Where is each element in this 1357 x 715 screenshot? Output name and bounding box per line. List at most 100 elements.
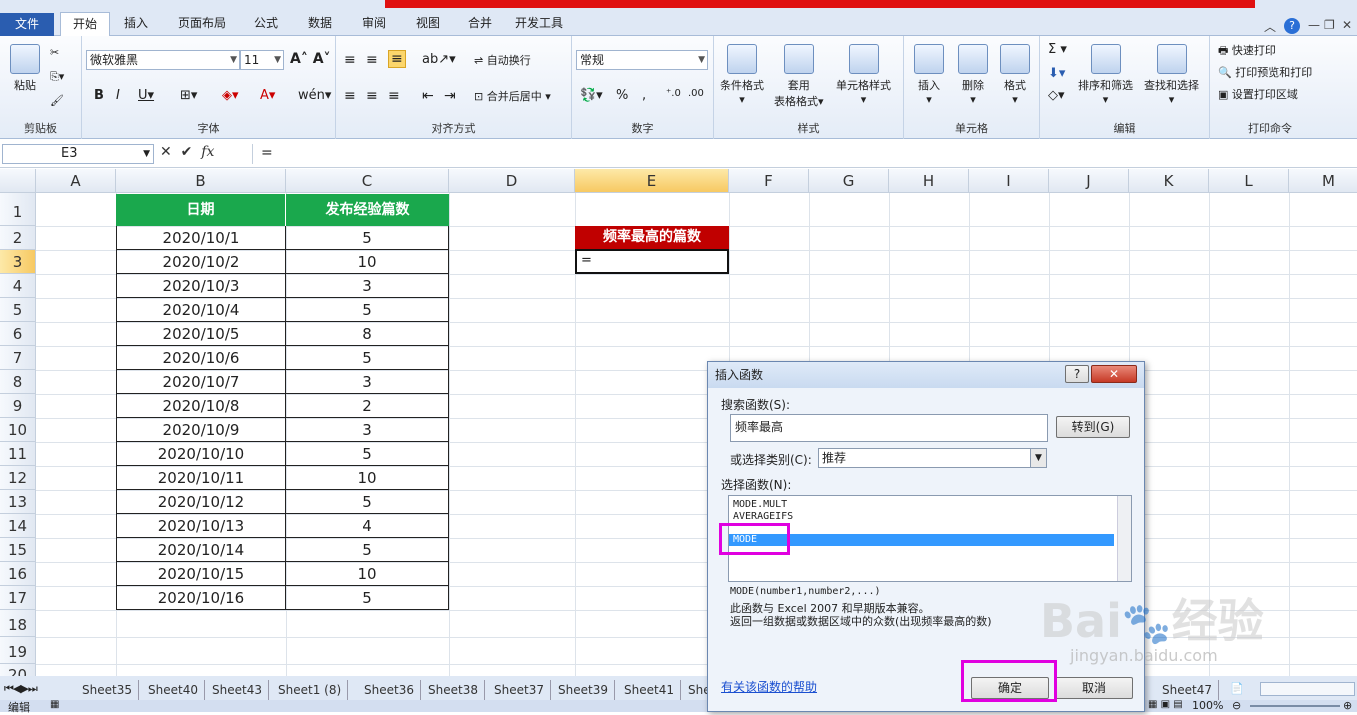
find-select-button[interactable]: 查找和选择 ▾ xyxy=(1144,44,1199,106)
search-input[interactable]: 频率最高 xyxy=(730,414,1048,442)
copy-icon[interactable]: ⎘▾ xyxy=(50,70,64,84)
select-all-corner[interactable] xyxy=(0,169,36,193)
sheet-tab[interactable]: Sheet37 xyxy=(488,680,551,700)
zoom-level[interactable]: 100% xyxy=(1192,699,1223,712)
row-header[interactable]: 4 xyxy=(0,274,36,298)
row-header[interactable]: 6 xyxy=(0,322,36,346)
row-header[interactable]: 19 xyxy=(0,637,36,664)
row-header[interactable]: 13 xyxy=(0,490,36,514)
col-header-j[interactable]: J xyxy=(1049,169,1129,193)
zoom-slider[interactable] xyxy=(1250,705,1340,707)
sheet-tab[interactable]: Sheet38 xyxy=(422,680,485,700)
comma-icon[interactable]: , xyxy=(642,88,646,103)
format-painter-icon[interactable]: 🖌 xyxy=(50,94,64,107)
row-header[interactable]: 14 xyxy=(0,514,36,538)
table-cell-count[interactable]: 5 xyxy=(285,442,449,466)
print-preview-button[interactable]: 🔍 打印预览和打印 xyxy=(1218,64,1312,80)
row-header[interactable]: 12 xyxy=(0,466,36,490)
table-cell-count[interactable]: 4 xyxy=(285,514,449,538)
sheet-tab[interactable]: Sheet40 xyxy=(142,680,205,700)
active-cell-e3[interactable]: = xyxy=(575,249,729,274)
cut-icon[interactable]: ✂ xyxy=(50,46,59,59)
col-header-b[interactable]: B xyxy=(116,169,286,193)
font-size-select[interactable]: 11 ▼ xyxy=(240,50,284,70)
sheet-tab[interactable]: Sheet1 (8) xyxy=(272,680,349,700)
align-middle-icon[interactable]: ≡ xyxy=(366,52,378,68)
col-header-i[interactable]: I xyxy=(969,169,1049,193)
paste-button[interactable]: 粘贴 xyxy=(10,44,40,93)
table-cell-count[interactable]: 5 xyxy=(285,226,449,250)
row-header[interactable]: 2 xyxy=(0,226,36,250)
align-center-icon[interactable]: ≡ xyxy=(366,88,378,104)
window-close-icon[interactable]: ✕ xyxy=(1342,18,1352,32)
align-bottom-icon[interactable]: ≡ xyxy=(388,50,406,68)
tab-home[interactable]: 开始 xyxy=(60,12,110,36)
table-cell-date[interactable]: 2020/10/16 xyxy=(116,586,286,610)
fill-color-icon[interactable]: ◈▾ xyxy=(222,88,239,103)
col-header-d[interactable]: D xyxy=(449,169,575,193)
list-item[interactable]: MODE.MULT xyxy=(733,499,787,511)
col-header-a[interactable]: A xyxy=(36,169,116,193)
number-format-select[interactable]: 常规 ▼ xyxy=(576,50,708,70)
table-cell-date[interactable]: 2020/10/9 xyxy=(116,418,286,442)
table-cell-count[interactable]: 3 xyxy=(285,418,449,442)
col-header-e[interactable]: E xyxy=(575,169,729,193)
header-cell-date[interactable]: 日期 xyxy=(116,194,286,226)
table-cell-date[interactable]: 2020/10/3 xyxy=(116,274,286,298)
fill-icon[interactable]: ⬇▾ xyxy=(1048,66,1065,81)
help-link[interactable]: 有关该函数的帮助 xyxy=(721,678,817,695)
tab-data[interactable]: 数据 xyxy=(298,12,342,36)
table-cell-date[interactable]: 2020/10/14 xyxy=(116,538,286,562)
underline-icon[interactable]: U▾ xyxy=(138,88,154,103)
row-header[interactable]: 11 xyxy=(0,442,36,466)
dialog-close-button[interactable]: ✕ xyxy=(1091,365,1137,383)
table-cell-date[interactable]: 2020/10/5 xyxy=(116,322,286,346)
cell-style-button[interactable]: 单元格样式 ▾ xyxy=(836,44,891,106)
zoom-in-icon[interactable]: ⊕ xyxy=(1343,699,1352,712)
view-mode-icons[interactable]: ▦ ▣ ▤ xyxy=(1148,699,1183,710)
table-cell-count[interactable]: 5 xyxy=(285,346,449,370)
list-scrollbar[interactable] xyxy=(1117,496,1131,581)
window-restore-icon[interactable]: ❐ xyxy=(1324,18,1335,32)
macro-record-icon[interactable]: ▦ xyxy=(50,699,59,710)
table-cell-count[interactable]: 5 xyxy=(285,586,449,610)
decrease-decimal-icon[interactable]: .00 xyxy=(688,88,704,99)
table-cell-date[interactable]: 2020/10/8 xyxy=(116,394,286,418)
table-cell-date[interactable]: 2020/10/6 xyxy=(116,346,286,370)
tab-review[interactable]: 审阅 xyxy=(352,12,396,36)
row-header[interactable]: 16 xyxy=(0,562,36,586)
grow-font-icon[interactable]: A˄ A˅ xyxy=(290,51,331,67)
wrap-text-button[interactable]: ⇌ 自动换行 xyxy=(474,52,531,68)
table-cell-count[interactable]: 3 xyxy=(285,370,449,394)
align-left-icon[interactable]: ≡ xyxy=(344,88,356,104)
table-cell-date[interactable]: 2020/10/11 xyxy=(116,466,286,490)
sheet-tab[interactable]: Sheet43 xyxy=(206,680,269,700)
autosum-icon[interactable]: Σ ▾ xyxy=(1048,42,1067,57)
cancel-icon[interactable]: ✕ xyxy=(160,144,172,160)
tab-merge[interactable]: 合并 xyxy=(458,12,502,36)
row-header[interactable]: 5 xyxy=(0,298,36,322)
list-item[interactable]: AVERAGEIFS xyxy=(733,511,793,523)
horizontal-scrollbar[interactable] xyxy=(1260,682,1355,696)
help-icon[interactable]: ? xyxy=(1284,18,1300,34)
minimize-ribbon-icon[interactable]: ︿ xyxy=(1264,18,1276,35)
table-cell-date[interactable]: 2020/10/13 xyxy=(116,514,286,538)
increase-indent-icon[interactable]: ⇥ xyxy=(444,88,456,104)
align-top-icon[interactable]: ≡ xyxy=(344,52,356,68)
tab-developer[interactable]: 开发工具 xyxy=(508,12,570,36)
delete-cells-button[interactable]: 删除 ▾ xyxy=(958,44,988,106)
insert-cells-button[interactable]: 插入 ▾ xyxy=(914,44,944,106)
window-minimize-icon[interactable]: — xyxy=(1308,18,1320,32)
tab-formulas[interactable]: 公式 xyxy=(244,12,288,36)
tab-page-layout[interactable]: 页面布局 xyxy=(170,12,234,36)
increase-decimal-icon[interactable]: ⁺.0 xyxy=(666,88,681,99)
go-button[interactable]: 转到(G) xyxy=(1056,416,1130,438)
row-header[interactable]: 10 xyxy=(0,418,36,442)
tab-view[interactable]: 视图 xyxy=(406,12,450,36)
sheet-tab[interactable]: Sheet39 xyxy=(552,680,615,700)
row-header[interactable]: 18 xyxy=(0,610,36,637)
orientation-icon[interactable]: ab↗▾ xyxy=(422,52,456,67)
table-cell-count[interactable]: 2 xyxy=(285,394,449,418)
row-header[interactable]: 3 xyxy=(0,250,36,274)
dialog-help-button[interactable]: ? xyxy=(1065,365,1089,383)
